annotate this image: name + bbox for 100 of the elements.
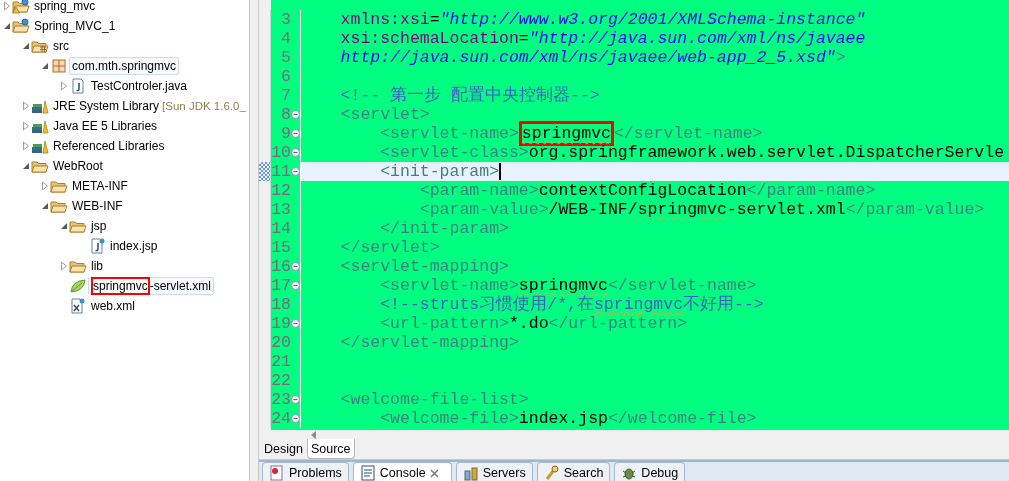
collapse-icon[interactable] — [291, 319, 300, 328]
collapse-arrow-icon[interactable] — [40, 201, 50, 211]
expand-arrow-icon[interactable] — [21, 121, 31, 131]
tree-item[interactable]: web.xml — [88, 297, 138, 315]
line-number: 13 — [271, 200, 291, 219]
collapse-icon[interactable] — [291, 167, 300, 176]
server-icon — [462, 465, 479, 481]
close-icon[interactable] — [429, 468, 439, 478]
line-number: 23 — [271, 390, 291, 409]
library-icon — [31, 138, 49, 154]
code-line: <servlet-class>org.springframework.web.servlet.DispatcherServle — [379, 143, 1005, 162]
line-number: 3 — [280, 10, 291, 29]
code-line: http://java.sun.com/xml/ns/javaee/web-app_2_5.xsd"> — [339, 48, 846, 67]
expand-arrow-icon[interactable] — [2, 1, 12, 11]
collapse-icon[interactable] — [291, 262, 300, 271]
collapse-arrow-icon[interactable] — [2, 21, 12, 31]
line-number: 24 — [271, 409, 291, 428]
scrollbar[interactable] — [259, 430, 1009, 439]
view-tab[interactable]: Debug — [614, 462, 686, 481]
code-line: </servlet> — [339, 238, 440, 257]
tree-item[interactable]: spring_mvc — [31, 0, 99, 15]
collapse-icon[interactable] — [291, 129, 300, 138]
tree-item[interactable]: lib — [88, 257, 106, 275]
code-line: <!--struts习惯使用/*,在springmvc不好用--> — [379, 295, 764, 314]
line-number: 15 — [271, 238, 291, 257]
line-number: 9 — [280, 124, 291, 143]
view-tab[interactable]: Problems — [262, 462, 349, 481]
code-line: <welcome-file>index.jsp</welcome-file> — [379, 409, 757, 428]
line-number: 16 — [271, 257, 291, 276]
collapse-arrow-icon[interactable] — [21, 161, 31, 171]
tree-item[interactable]: Referenced Libraries — [50, 137, 168, 155]
line-number: 14 — [271, 219, 291, 238]
package-icon — [50, 58, 68, 74]
tree-item[interactable]: WEB-INF — [69, 197, 126, 215]
code-line: <welcome-file-list> — [339, 390, 529, 409]
tree-item[interactable]: src — [50, 37, 72, 55]
collapse-arrow-icon[interactable] — [40, 61, 50, 71]
code-line: </init-param> — [379, 219, 509, 238]
project-folder-icon — [12, 0, 30, 14]
tree-item[interactable]: JRE System Library [Sun JDK 1.6.0_ — [50, 97, 249, 115]
project-folder-icon — [12, 18, 30, 34]
tree-item[interactable]: WebRoot — [50, 157, 106, 175]
collapse-arrow-icon[interactable] — [21, 41, 31, 51]
expand-arrow-icon[interactable] — [40, 181, 50, 191]
bug-icon — [621, 465, 638, 481]
expand-arrow-icon[interactable] — [59, 261, 69, 271]
expand-arrow-icon[interactable] — [21, 141, 31, 151]
view-tab[interactable]: Search — [536, 462, 611, 481]
view-tab[interactable]: Console — [352, 462, 452, 481]
folder-icon — [31, 158, 49, 174]
view-tab[interactable]: Servers — [455, 462, 533, 481]
folder-icon — [50, 198, 68, 214]
folder-icon — [50, 178, 68, 194]
expand-arrow-icon[interactable] — [21, 101, 31, 111]
editor-tab[interactable]: Source — [306, 439, 355, 459]
code-line: <param-value>/WEB-INF/springmvc-servlet.xml</param-value> — [418, 200, 985, 219]
tree-item[interactable]: TestControler.java — [88, 77, 191, 95]
xml-file-icon — [69, 298, 87, 314]
code-line: <servlet-mapping> — [339, 257, 509, 276]
line-number: 5 — [280, 48, 291, 67]
tree-item[interactable]: Java EE 5 Libraries — [50, 117, 161, 135]
collapse-icon[interactable] — [291, 281, 300, 290]
line-number: 7 — [280, 86, 291, 105]
code-line: <!-- 第一步 配置中央控制器--> — [339, 86, 600, 105]
scrollbar[interactable] — [250, 0, 259, 481]
package-folder-icon — [31, 38, 49, 54]
line-number: 4 — [280, 29, 291, 48]
tree-item[interactable]: jsp — [88, 217, 110, 235]
code-line: xsi:schemaLocation="http://java.sun.com/xml/ns/javaee — [339, 29, 866, 48]
collapse-icon[interactable] — [291, 148, 300, 157]
line-number: 12 — [271, 181, 291, 200]
collapse-icon[interactable] — [291, 110, 300, 119]
collapse-arrow-icon[interactable] — [59, 221, 69, 231]
library-icon — [31, 118, 49, 134]
line-number: 11 — [271, 162, 291, 181]
search-icon — [543, 465, 560, 481]
code-line: <servlet-name>springmvc</servlet-name> — [379, 276, 757, 295]
line-number: 21 — [271, 352, 291, 371]
editor-tab[interactable]: Design — [260, 439, 307, 459]
tree-item[interactable]: springmvc -servlet.xml — [88, 277, 215, 295]
code-line: <param-name>contextConfigLocation</param-name> — [418, 181, 876, 200]
line-number: 17 — [271, 276, 291, 295]
folder-icon — [69, 218, 87, 234]
collapse-icon[interactable] — [291, 395, 300, 404]
collapse-icon[interactable] — [291, 414, 300, 423]
tree-item[interactable]: Spring_MVC_1 — [31, 17, 119, 35]
code-line: xmlns:xsi="http://www.w3.org/2001/XMLSchema-instance" — [339, 10, 866, 29]
line-number: 19 — [271, 314, 291, 333]
tree-item[interactable]: com.mth.springmvc — [69, 57, 180, 75]
leaf-icon — [69, 278, 87, 294]
expand-arrow-icon[interactable] — [59, 81, 69, 91]
line-number: 20 — [271, 333, 291, 352]
scroll-left-arrow-icon[interactable] — [311, 430, 317, 439]
line-number: 22 — [271, 371, 291, 390]
code-line: </servlet-mapping> — [339, 333, 519, 352]
tree-item[interactable]: META-INF — [69, 177, 131, 195]
tree-item[interactable]: index.jsp — [107, 237, 161, 255]
line-number: 18 — [271, 295, 291, 314]
line-number: 8 — [280, 105, 291, 124]
folder-icon — [69, 258, 87, 274]
